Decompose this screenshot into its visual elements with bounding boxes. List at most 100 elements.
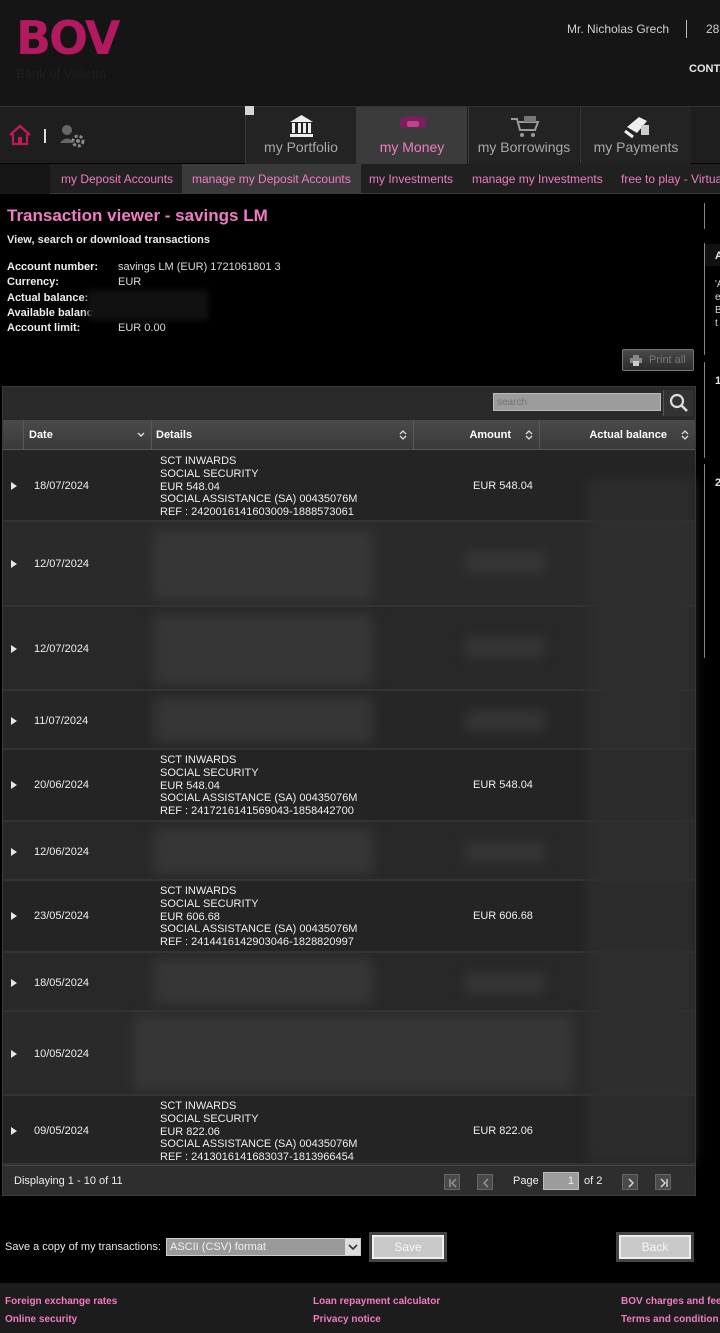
detail-line: SOCIAL ASSISTANCE (SA) 00435076M	[160, 493, 358, 506]
save-copy-label: Save a copy of my transactions:	[5, 1241, 161, 1253]
detail-line: SOCIAL ASSISTANCE (SA) 00435076M	[160, 1138, 358, 1151]
column-label: Amount	[469, 429, 511, 441]
contact-link[interactable]: CONTA	[689, 63, 720, 75]
tab-my-money[interactable]: my Money	[356, 107, 467, 164]
redacted-amount	[465, 711, 545, 731]
cart-icon	[469, 113, 579, 139]
page-subtitle: View, search or download transactions	[7, 234, 210, 246]
footer-link-privacy[interactable]: Privacy notice	[313, 1314, 381, 1325]
panel-title: 1	[715, 375, 720, 387]
sort-icon	[681, 430, 689, 440]
column-header-actual-balance[interactable]: Actual balance	[539, 420, 695, 450]
logo-mark: BOV	[16, 11, 121, 65]
footer-link-online-security[interactable]: Online security	[5, 1314, 77, 1325]
search-button[interactable]	[663, 390, 693, 416]
tab-label: my Payments	[593, 139, 679, 155]
format-select[interactable]: ASCII (CSV) format	[166, 1238, 361, 1256]
last-page-icon	[660, 1178, 668, 1188]
redacted-amount	[465, 637, 545, 657]
footer-link-loan-calculator[interactable]: Loan repayment calculator	[313, 1296, 440, 1307]
expand-arrow-icon[interactable]	[11, 848, 17, 856]
footer-link-fx-rates[interactable]: Foreign exchange rates	[5, 1296, 117, 1307]
page-footer: Foreign exchange rates Online security L…	[0, 1283, 720, 1333]
tab-label: my Borrowings	[477, 139, 571, 155]
column-header-amount[interactable]: Amount	[413, 420, 539, 450]
detail-line: EUR 822.06	[160, 1125, 220, 1138]
search-input[interactable]	[493, 393, 661, 411]
detail-line: SOCIAL SECURITY	[160, 766, 259, 779]
redacted-details	[153, 615, 373, 685]
field-value: savings LM (EUR) 1721061801 3	[118, 261, 281, 273]
panel-line: t	[715, 318, 718, 329]
side-panel-2: 2	[704, 464, 720, 658]
tab-my-borrowings[interactable]: my Borrowings	[468, 107, 579, 164]
subnav-manage-deposit-accounts[interactable]: manage my Deposit Accounts	[182, 164, 361, 194]
expand-arrow-icon[interactable]	[11, 645, 17, 653]
expand-arrow-icon[interactable]	[11, 717, 17, 725]
subnav-my-deposit-accounts[interactable]: my Deposit Accounts	[61, 164, 173, 194]
sub-nav: my Deposit Accounts manage my Deposit Ac…	[0, 164, 720, 194]
column-header-date[interactable]: Date	[23, 420, 151, 450]
next-page-button[interactable]	[622, 1174, 638, 1190]
column-label: Details	[156, 429, 193, 441]
first-page-button[interactable]	[444, 1174, 460, 1190]
tab-my-payments[interactable]: my Payments	[580, 107, 691, 164]
side-panel-button[interactable]	[704, 203, 705, 229]
subnav-free-to-play[interactable]: free to play - Virtua	[621, 164, 720, 194]
page-number-input[interactable]	[543, 1172, 579, 1190]
subnav-manage-investments[interactable]: manage my Investments	[472, 164, 603, 194]
expand-arrow-icon[interactable]	[11, 979, 17, 987]
detail-line: REF : 2417216141569043-1858442700	[160, 805, 354, 818]
row-details: SCT INWARDS SOCIAL SECURITY EUR 548.04 S…	[160, 754, 357, 818]
redacted-amount	[465, 973, 545, 993]
panel-line: e	[715, 292, 720, 303]
column-header-details[interactable]: Details	[151, 420, 413, 450]
first-page-icon	[449, 1178, 457, 1188]
sort-icon	[525, 430, 533, 440]
panel-title: A	[715, 250, 720, 262]
field-label: Account number:	[7, 261, 99, 273]
print-all-button[interactable]: Print all	[622, 349, 694, 371]
row-amount: EUR 606.68	[473, 910, 533, 922]
last-page-button[interactable]	[655, 1174, 671, 1190]
home-icon[interactable]	[8, 123, 32, 147]
detail-line: SOCIAL SECURITY	[160, 1112, 259, 1125]
chevron-down-icon	[137, 432, 145, 437]
redacted-details	[153, 828, 373, 874]
expand-arrow-icon[interactable]	[11, 912, 17, 920]
expand-arrow-icon[interactable]	[11, 781, 17, 789]
bov-logo[interactable]: BOV Bank of Valletta	[16, 11, 121, 81]
expand-arrow-icon[interactable]	[11, 1050, 17, 1058]
detail-line: SCT INWARDS	[160, 754, 237, 766]
row-date: 10/05/2024	[34, 1048, 90, 1060]
footer-link-terms[interactable]: Terms and condition	[621, 1314, 719, 1325]
chevron-down-icon	[344, 1239, 360, 1255]
panel-title: 2	[715, 477, 720, 489]
detail-line: SOCIAL SECURITY	[160, 897, 259, 910]
prev-page-icon	[483, 1178, 489, 1188]
save-button[interactable]: Save	[369, 1232, 447, 1262]
subnav-my-investments[interactable]: my Investments	[369, 164, 453, 194]
user-extra: 28	[706, 22, 720, 36]
prev-page-button[interactable]	[477, 1174, 493, 1190]
settings-gear-icon[interactable]	[58, 123, 86, 149]
footer-link-charges[interactable]: BOV charges and fee	[621, 1296, 720, 1307]
nav-divider	[44, 129, 46, 143]
field-label: Account limit:	[7, 322, 81, 334]
field-value: EUR	[118, 276, 142, 288]
expand-arrow-icon[interactable]	[11, 1127, 17, 1135]
expand-arrow-icon[interactable]	[11, 560, 17, 568]
detail-line: SCT INWARDS	[160, 455, 237, 467]
redacted-amount	[465, 552, 545, 572]
row-details: SCT INWARDS SOCIAL SECURITY EUR 606.68 S…	[160, 885, 357, 949]
grid-pager: Displaying 1 - 10 of 11 Page of 2	[3, 1165, 695, 1195]
detail-line: SCT INWARDS	[160, 1100, 237, 1112]
expand-arrow-icon[interactable]	[11, 482, 17, 490]
top-header: BOV Bank of Valletta Mr. Nicholas Grech …	[0, 0, 720, 106]
row-date: 12/07/2024	[34, 558, 90, 570]
back-button[interactable]: Back	[616, 1232, 694, 1262]
printer-icon	[630, 355, 642, 366]
redacted-details	[153, 530, 373, 600]
user-name[interactable]: Mr. Nicholas Grech	[567, 22, 669, 36]
tab-my-portfolio[interactable]: my Portfolio	[245, 107, 356, 164]
